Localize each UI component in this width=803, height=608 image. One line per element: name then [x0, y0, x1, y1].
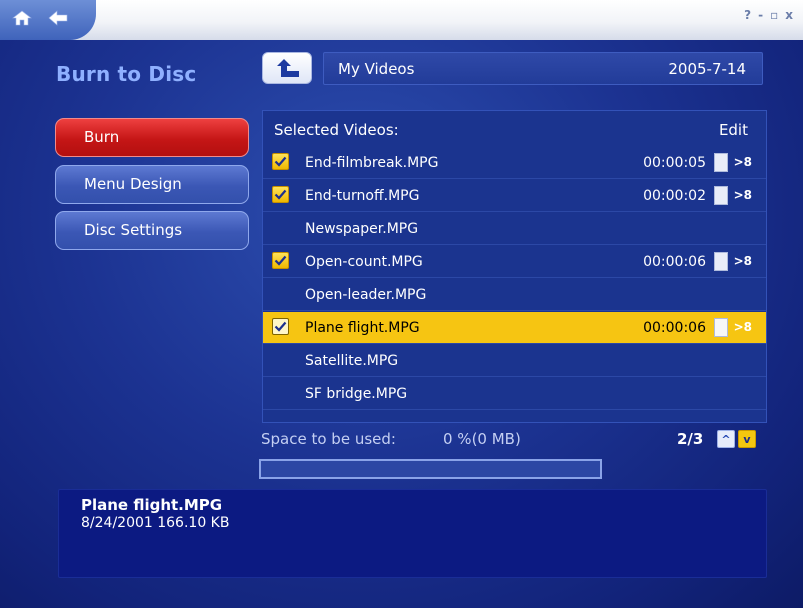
disc-settings-button[interactable]: Disc Settings	[55, 211, 249, 250]
video-file-name: Plane flight.MPG	[305, 320, 420, 336]
checkbox-checked-icon[interactable]	[272, 186, 289, 203]
page-title: Burn to Disc	[56, 62, 197, 86]
space-value: 0 %(0 MB)	[443, 430, 521, 448]
video-row[interactable]: End-filmbreak.MPG 00:00:05 >8	[263, 147, 766, 179]
scissors-icon[interactable]: >8	[734, 188, 752, 202]
info-file-meta: 8/24/2001 166.10 KB	[81, 515, 230, 531]
video-row[interactable]: SF bridge.MPG	[263, 378, 766, 410]
video-file-name: Satellite.MPG	[305, 353, 399, 369]
page-down-button[interactable]: v	[738, 430, 756, 448]
nav-tab	[0, 0, 96, 40]
video-row[interactable]: Satellite.MPG	[263, 345, 766, 377]
window-controls: ? - ▫ x	[744, 8, 793, 22]
video-row[interactable]: Newspaper.MPG	[263, 213, 766, 245]
file-info-panel: Plane flight.MPG 8/24/2001 166.10 KB	[58, 489, 767, 578]
minimize-button[interactable]: -	[758, 8, 763, 22]
video-row[interactable]: Plane flight.MPG 00:00:06 >8	[263, 312, 766, 344]
checkbox-checked-icon[interactable]	[272, 153, 289, 170]
folder-date: 2005-7-14	[668, 60, 746, 78]
app-window: ? - ▫ x Burn to Disc Burn Menu Design Di…	[0, 0, 803, 608]
trim-marker[interactable]	[714, 318, 728, 337]
checkbox-checked-icon[interactable]	[272, 252, 289, 269]
edit-label: Edit	[718, 121, 748, 139]
path-bar: My Videos 2005-7-14	[323, 52, 763, 85]
page-up-button[interactable]: ^	[717, 430, 735, 448]
up-arrow-icon	[277, 59, 299, 77]
scissors-icon[interactable]: >8	[734, 320, 752, 334]
space-progress-bar	[259, 459, 602, 479]
video-file-name: End-turnoff.MPG	[305, 188, 420, 204]
current-folder: My Videos	[338, 60, 415, 78]
info-file-name: Plane flight.MPG	[81, 496, 223, 514]
video-file-name: Open-count.MPG	[305, 254, 423, 270]
video-duration: 00:00:02	[643, 188, 706, 204]
help-button[interactable]: ?	[744, 8, 751, 22]
video-file-name: End-filmbreak.MPG	[305, 155, 439, 171]
video-file-name: Newspaper.MPG	[305, 221, 419, 237]
scissors-icon[interactable]: >8	[734, 155, 752, 169]
restore-button[interactable]: ▫	[770, 8, 778, 22]
video-file-name: Open-leader.MPG	[305, 287, 427, 303]
video-list: Selected Videos: Edit End-filmbreak.MPG 0…	[262, 110, 767, 423]
video-file-name: SF bridge.MPG	[305, 386, 408, 402]
video-row[interactable]: Open-count.MPG 00:00:06 >8	[263, 246, 766, 278]
video-duration: 00:00:05	[643, 155, 706, 171]
checkbox-checked-icon[interactable]	[272, 318, 289, 335]
video-row[interactable]: End-turnoff.MPG 00:00:02 >8	[263, 180, 766, 212]
list-heading: Selected Videos:	[274, 121, 399, 139]
menu-design-button[interactable]: Menu Design	[55, 165, 249, 204]
page-indicator: 2/3	[677, 430, 704, 448]
up-folder-button[interactable]	[262, 52, 312, 84]
back-arrow-icon[interactable]	[48, 10, 68, 26]
trim-marker[interactable]	[714, 186, 728, 205]
video-duration: 00:00:06	[643, 320, 706, 336]
burn-button[interactable]: Burn	[55, 118, 249, 157]
list-header: Selected Videos: Edit	[263, 111, 766, 147]
trim-marker[interactable]	[714, 153, 728, 172]
trim-marker[interactable]	[714, 252, 728, 271]
home-icon[interactable]	[12, 10, 32, 26]
space-label: Space to be used:	[261, 430, 396, 448]
close-button[interactable]: x	[785, 8, 793, 22]
video-duration: 00:00:06	[643, 254, 706, 270]
title-bar: ? - ▫ x	[0, 0, 803, 40]
scissors-icon[interactable]: >8	[734, 254, 752, 268]
video-row[interactable]: Open-leader.MPG	[263, 279, 766, 311]
